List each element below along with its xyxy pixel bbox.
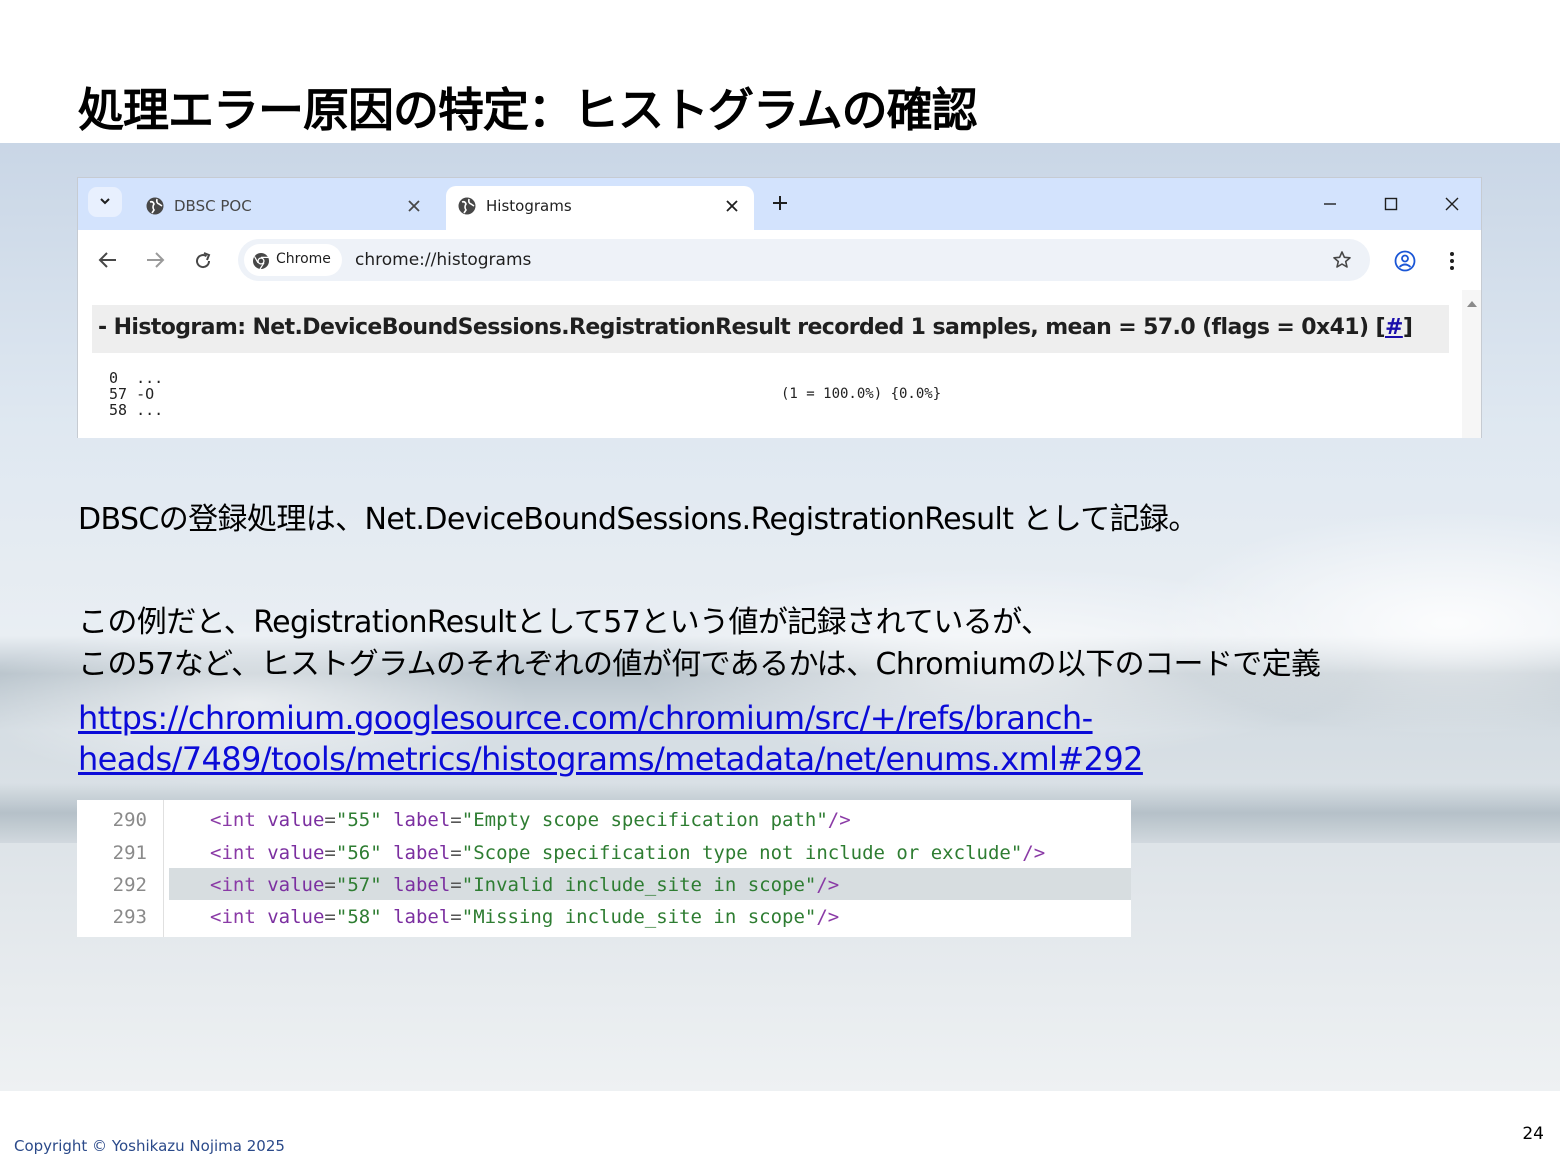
explanation-line: この57など、ヒストグラムのそれぞれの値が何であるかは、Chromiumの以下の… bbox=[78, 647, 1321, 682]
line-code: <int value="58" label="Missing include_s… bbox=[210, 906, 840, 928]
histogram-anchor-link[interactable]: # bbox=[1385, 315, 1403, 340]
bucket-row: 58 ... bbox=[109, 401, 164, 419]
line-code: <int value="55" label="Empty scope speci… bbox=[210, 809, 851, 831]
line-body: <int value="58" label="Missing include_s… bbox=[169, 900, 1131, 932]
source-link-line[interactable]: heads/7489/tools/metrics/histograms/meta… bbox=[78, 739, 1144, 780]
line-number: 293 bbox=[112, 906, 147, 928]
tab-dbsc-poc[interactable]: DBSC POC bbox=[134, 186, 436, 230]
code-line: 293 <int value="58" label="Missing inclu… bbox=[77, 900, 1131, 932]
maximize-icon[interactable] bbox=[1383, 194, 1399, 214]
plus-icon[interactable] bbox=[770, 193, 790, 213]
explanation-paragraph: この例だと、RegistrationResultとして57という値が記録されてい… bbox=[78, 602, 1321, 686]
minimize-icon[interactable] bbox=[1322, 194, 1338, 214]
tab-strip: DBSC POC Histograms bbox=[78, 178, 1481, 230]
code-snippet: 290 <int value="55" label="Empty scope s… bbox=[77, 800, 1131, 937]
line-number: 290 bbox=[112, 809, 147, 831]
line-number: 291 bbox=[112, 842, 147, 864]
line-body: <int value="55" label="Empty scope speci… bbox=[169, 803, 1131, 835]
line-number: 292 bbox=[112, 874, 147, 896]
explanation-line: この例だと、RegistrationResultとして57という値が記録されてい… bbox=[78, 605, 1051, 640]
site-info-chip[interactable]: Chrome bbox=[244, 244, 342, 276]
star-icon[interactable] bbox=[1332, 250, 1352, 270]
back-icon[interactable] bbox=[98, 251, 118, 269]
bucket-row: 57 -O bbox=[109, 385, 155, 403]
line-body: <int value="57" label="Invalid include_s… bbox=[169, 868, 1131, 900]
chrome-logo-icon bbox=[253, 253, 269, 270]
browser-toolbar: Chrome chrome://histograms bbox=[78, 230, 1481, 290]
globe-icon bbox=[458, 197, 476, 215]
close-icon[interactable] bbox=[406, 198, 422, 214]
scroll-up-icon[interactable] bbox=[1466, 300, 1478, 308]
page-number: 24 bbox=[1522, 1124, 1544, 1144]
code-line-highlighted: 292 <int value="57" label="Invalid inclu… bbox=[77, 868, 1131, 900]
address-bar[interactable]: Chrome chrome://histograms bbox=[238, 239, 1370, 281]
tab-label: DBSC POC bbox=[174, 197, 252, 215]
bucket-row: 0 ... bbox=[109, 369, 164, 387]
forward-icon[interactable] bbox=[145, 251, 165, 269]
scrollbar[interactable] bbox=[1462, 290, 1481, 438]
globe-icon bbox=[146, 197, 164, 215]
code-line: 291 <int value="56" label="Scope specifi… bbox=[77, 836, 1131, 868]
tab-histograms[interactable]: Histograms bbox=[446, 186, 754, 230]
line-code: <int value="56" label="Scope specificati… bbox=[210, 842, 1046, 864]
histogram-title: - Histogram: Net.DeviceBoundSessions.Reg… bbox=[98, 315, 1413, 340]
close-window-icon[interactable] bbox=[1444, 194, 1460, 214]
page-content: - Histogram: Net.DeviceBoundSessions.Reg… bbox=[78, 290, 1481, 438]
source-link[interactable]: https://chromium.googlesource.com/chromi… bbox=[78, 698, 1144, 780]
chip-label: Chrome bbox=[276, 251, 331, 267]
copyright-text: Copyright © Yoshikazu Nojima 2025 bbox=[14, 1137, 285, 1155]
kebab-menu-icon[interactable] bbox=[1449, 250, 1455, 272]
line-body: <int value="56" label="Scope specificati… bbox=[169, 836, 1131, 868]
slide-title: 処理エラー原因の特定：ヒストグラムの確認 bbox=[78, 83, 978, 137]
reload-icon[interactable] bbox=[193, 251, 213, 271]
histogram-buckets: 0 ... 57 -O 58 ... bbox=[109, 370, 163, 418]
code-line: 290 <int value="55" label="Empty scope s… bbox=[77, 803, 1131, 835]
tab-label: Histograms bbox=[486, 197, 572, 215]
url-text[interactable]: chrome://histograms bbox=[355, 250, 531, 270]
source-link-line[interactable]: https://chromium.googlesource.com/chromi… bbox=[78, 698, 1143, 739]
close-icon[interactable] bbox=[724, 198, 740, 214]
chevron-down-icon bbox=[100, 198, 110, 205]
histogram-header: - Histogram: Net.DeviceBoundSessions.Reg… bbox=[92, 305, 1449, 353]
tab-search-button[interactable] bbox=[88, 187, 122, 217]
line-code: <int value="57" label="Invalid include_s… bbox=[210, 874, 840, 896]
description-paragraph: DBSCの登録処理は、Net.DeviceBoundSessions.Regis… bbox=[78, 502, 1198, 537]
browser-window: DBSC POC Histograms Chrome chrome://hist… bbox=[77, 177, 1482, 438]
profile-icon[interactable] bbox=[1394, 250, 1416, 272]
bucket-stat: (1 = 100.0%) {0.0%} bbox=[781, 386, 942, 402]
